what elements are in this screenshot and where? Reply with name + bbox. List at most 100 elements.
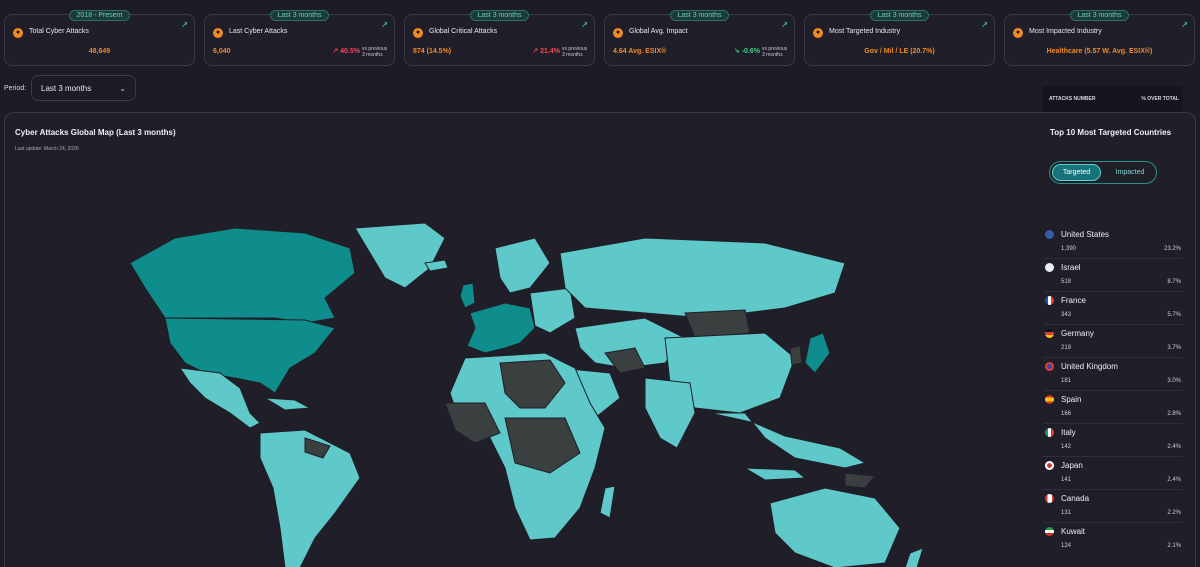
attacks-count: 166 (1061, 411, 1072, 417)
pct-total: 3.0% (1167, 378, 1181, 384)
stat-cards: 2018 - Present ● Total Cyber Attacks ↗ 4… (4, 10, 1196, 66)
card-period-pill: Last 3 months (269, 10, 330, 21)
table-row[interactable]: Germany 219 3.7% (1043, 325, 1183, 358)
map-region-japan (804, 332, 831, 374)
pct-total: 2.1% (1167, 543, 1181, 549)
attacks-count: 181 (1061, 378, 1072, 384)
target-icon: ● (813, 28, 823, 38)
table-row[interactable]: United States 1,390 23.2% (1043, 226, 1183, 259)
trend-down-delta: ↘ -0.6% (733, 48, 760, 55)
country-name: Spain (1061, 395, 1082, 404)
map-region-png (844, 472, 876, 489)
external-link-icon[interactable]: ↗ (181, 20, 188, 29)
external-link-icon[interactable]: ↗ (781, 20, 788, 29)
column-header-pct: % OVER TOTAL (1141, 96, 1179, 102)
card-title: Global Avg. Impact (629, 28, 688, 35)
card-value: 4.64 Avg. ESIX® (613, 48, 667, 55)
external-link-icon[interactable]: ↗ (581, 20, 588, 29)
external-link-icon[interactable]: ↗ (381, 20, 388, 29)
countries-table-header: ATTACKS NUMBER % OVER TOTAL (1043, 86, 1183, 112)
jp-flag-icon (1045, 461, 1054, 470)
uk-flag-icon (1045, 362, 1054, 371)
card-compare-note: vs previous 3 months (762, 46, 788, 58)
map-region-east-europe (529, 287, 576, 334)
card-targeted-industry: Last 3 months ● Most Targeted Industry ↗… (804, 10, 995, 66)
pct-total: 2.4% (1167, 444, 1181, 450)
table-row[interactable]: Israel 518 8.7% (1043, 259, 1183, 292)
ca-flag-icon (1045, 494, 1054, 503)
pct-total: 8.7% (1167, 279, 1181, 285)
map-region-uk (459, 282, 476, 309)
table-row[interactable]: France 343 5.7% (1043, 292, 1183, 325)
card-total-attacks: 2018 - Present ● Total Cyber Attacks ↗ 4… (4, 10, 195, 66)
country-name: Kuwait (1061, 527, 1086, 536)
country-name: Italy (1061, 428, 1076, 437)
card-critical-attacks: Last 3 months ● Global Critical Attacks … (404, 10, 595, 66)
chevron-down-icon: ⌄ (119, 84, 126, 93)
external-link-icon[interactable]: ↗ (1181, 20, 1188, 29)
pct-total: 23.2% (1163, 246, 1181, 252)
card-period-pill: Last 3 months (1069, 10, 1130, 21)
country-name: United Kingdom (1061, 362, 1118, 371)
map-region-canada (129, 227, 356, 324)
map-region-madagascar (599, 485, 616, 519)
card-period-pill: Last 3 months (469, 10, 530, 21)
pct-total: 2.8% (1167, 411, 1181, 417)
attack-icon: ● (213, 28, 223, 38)
pct-total: 2.4% (1167, 477, 1181, 483)
card-impacted-industry: Last 3 months ● Most Impacted Industry ↗… (1004, 10, 1195, 66)
pct-total: 5.7% (1167, 312, 1181, 318)
top-countries-title: Top 10 Most Targeted Countries (1050, 128, 1172, 137)
card-value: Gov / Mil / LE (20.7%) (864, 48, 935, 55)
card-value: 6,040 (213, 48, 231, 55)
world-map[interactable] (5, 168, 1005, 567)
table-row[interactable]: United Kingdom 181 3.0% (1043, 358, 1183, 391)
period-dropdown[interactable]: Last 3 months ⌄ (31, 75, 136, 101)
attacks-count: 141 (1061, 477, 1072, 483)
it-flag-icon (1045, 428, 1054, 437)
card-value: 874 (14.5%) (413, 48, 452, 55)
table-row[interactable]: Italy 142 2.4% (1043, 424, 1183, 457)
map-region-korea (789, 345, 803, 366)
column-header-attacks: ATTACKS NUMBER (1049, 96, 1096, 102)
pct-total: 3.7% (1167, 345, 1181, 351)
map-title: Cyber Attacks Global Map (Last 3 months) (15, 128, 176, 137)
attacks-count: 518 (1061, 279, 1072, 285)
attacks-count: 1,390 (1061, 246, 1077, 252)
map-region-greenland (354, 222, 446, 289)
card-value: Healthcare (5.57 W. Avg. ESIX®) (1046, 48, 1153, 55)
trend-up-delta: ↗ 21.4% (532, 48, 560, 55)
table-row[interactable]: Japan 141 2.4% (1043, 457, 1183, 490)
table-row[interactable]: Spain 166 2.8% (1043, 391, 1183, 424)
us-flag-icon (1045, 230, 1054, 239)
card-title: Global Critical Attacks (429, 28, 498, 35)
card-avg-impact: Last 3 months ● Global Avg. Impact ↗ 4.6… (604, 10, 795, 66)
map-region-west-europe (466, 302, 536, 354)
country-name: Germany (1061, 329, 1094, 338)
external-link-icon[interactable]: ↗ (981, 20, 988, 29)
map-region-caribbean (264, 397, 312, 411)
period-selected-value: Last 3 months (41, 84, 92, 93)
map-region-india (644, 377, 696, 449)
map-panel: Cyber Attacks Global Map (Last 3 months)… (4, 112, 1196, 567)
kw-flag-icon (1045, 527, 1054, 536)
card-title: Last Cyber Attacks (229, 28, 288, 35)
card-title: Total Cyber Attacks (29, 28, 89, 35)
card-period-pill: Last 3 months (869, 10, 930, 21)
card-period-pill: Last 3 months (669, 10, 730, 21)
table-row[interactable]: Canada 131 2.2% (1043, 490, 1183, 523)
card-last-attacks: Last 3 months ● Last Cyber Attacks ↗ 6,0… (204, 10, 395, 66)
country-name: Israel (1061, 263, 1081, 272)
es-flag-icon (1045, 395, 1054, 404)
card-title: Most Targeted Industry (829, 28, 901, 35)
table-row[interactable]: Kuwait 124 2.1% (1043, 523, 1183, 556)
toggle-impacted-button[interactable]: Impacted (1106, 164, 1154, 181)
card-compare-note: vs previous 3 months (562, 46, 588, 58)
shield-icon: ● (13, 28, 23, 38)
card-value: 48,649 (88, 48, 111, 55)
country-name: Japan (1061, 461, 1083, 470)
map-region-new-zealand (904, 547, 924, 567)
country-name: France (1061, 296, 1086, 305)
toggle-targeted-button[interactable]: Targeted (1052, 164, 1101, 181)
attacks-count: 142 (1061, 444, 1072, 450)
